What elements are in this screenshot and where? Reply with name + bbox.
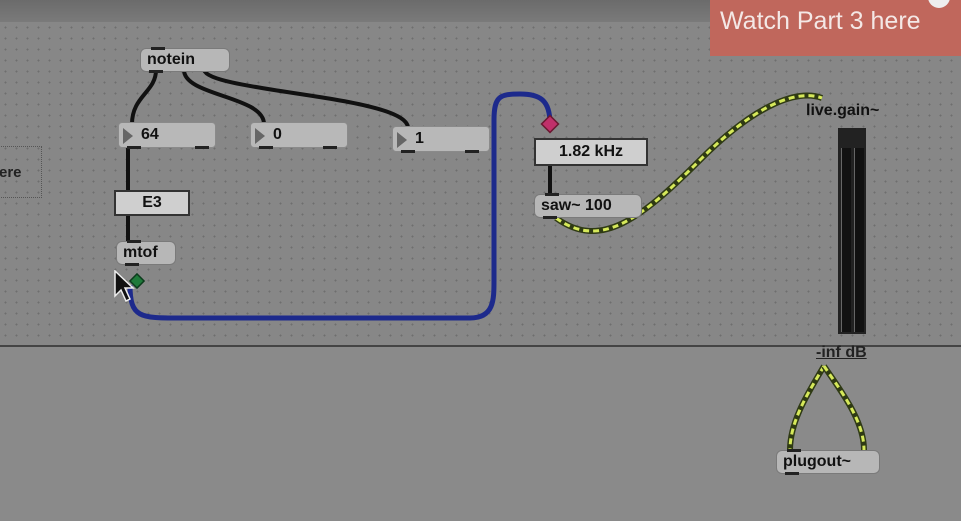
notein-object[interactable]: notein <box>140 47 230 73</box>
note-name-message[interactable]: E3 <box>114 190 190 216</box>
mtof-object[interactable]: mtof <box>116 240 176 266</box>
meter-readout: -inf dB <box>816 344 867 361</box>
number-box-pitch[interactable]: 0 <box>250 122 348 149</box>
number-value-1: 1 <box>415 130 424 147</box>
mtof-label: mtof <box>123 244 158 261</box>
cord-notein-to-0 <box>182 69 266 125</box>
meter-right-channel <box>854 148 864 332</box>
number-triangle-icon <box>123 128 133 144</box>
number-value-0: 0 <box>273 126 282 143</box>
mouse-cursor-icon <box>114 270 135 303</box>
notein-label: notein <box>147 51 195 68</box>
number-value-64: 64 <box>141 126 159 143</box>
saw-label: saw~ 100 <box>541 197 612 214</box>
number-triangle-icon <box>397 132 407 148</box>
frequency-text: 1.82 kHz <box>558 143 624 160</box>
note-name-text: E3 <box>142 194 162 211</box>
saw-oscillator-object[interactable]: saw~ 100 <box>534 193 642 219</box>
banner-text: Watch Part 3 here <box>720 7 921 35</box>
number-box-velocity[interactable]: 64 <box>118 122 216 149</box>
freq-inlet-marker <box>540 114 560 134</box>
cord-notein-to-64 <box>130 69 158 125</box>
live-gain-meter[interactable] <box>838 128 866 334</box>
frequency-display[interactable]: 1.82 kHz <box>534 138 648 166</box>
watch-part-3-banner[interactable]: Watch Part 3 here <box>710 0 961 56</box>
plugout-object[interactable]: plugout~ <box>776 449 880 475</box>
meter-left-channel <box>841 148 851 332</box>
number-triangle-icon <box>255 128 265 144</box>
live-gain-label: live.gain~ <box>806 102 880 119</box>
number-box-channel[interactable]: 1 <box>392 126 490 153</box>
plugout-label: plugout~ <box>783 453 851 470</box>
